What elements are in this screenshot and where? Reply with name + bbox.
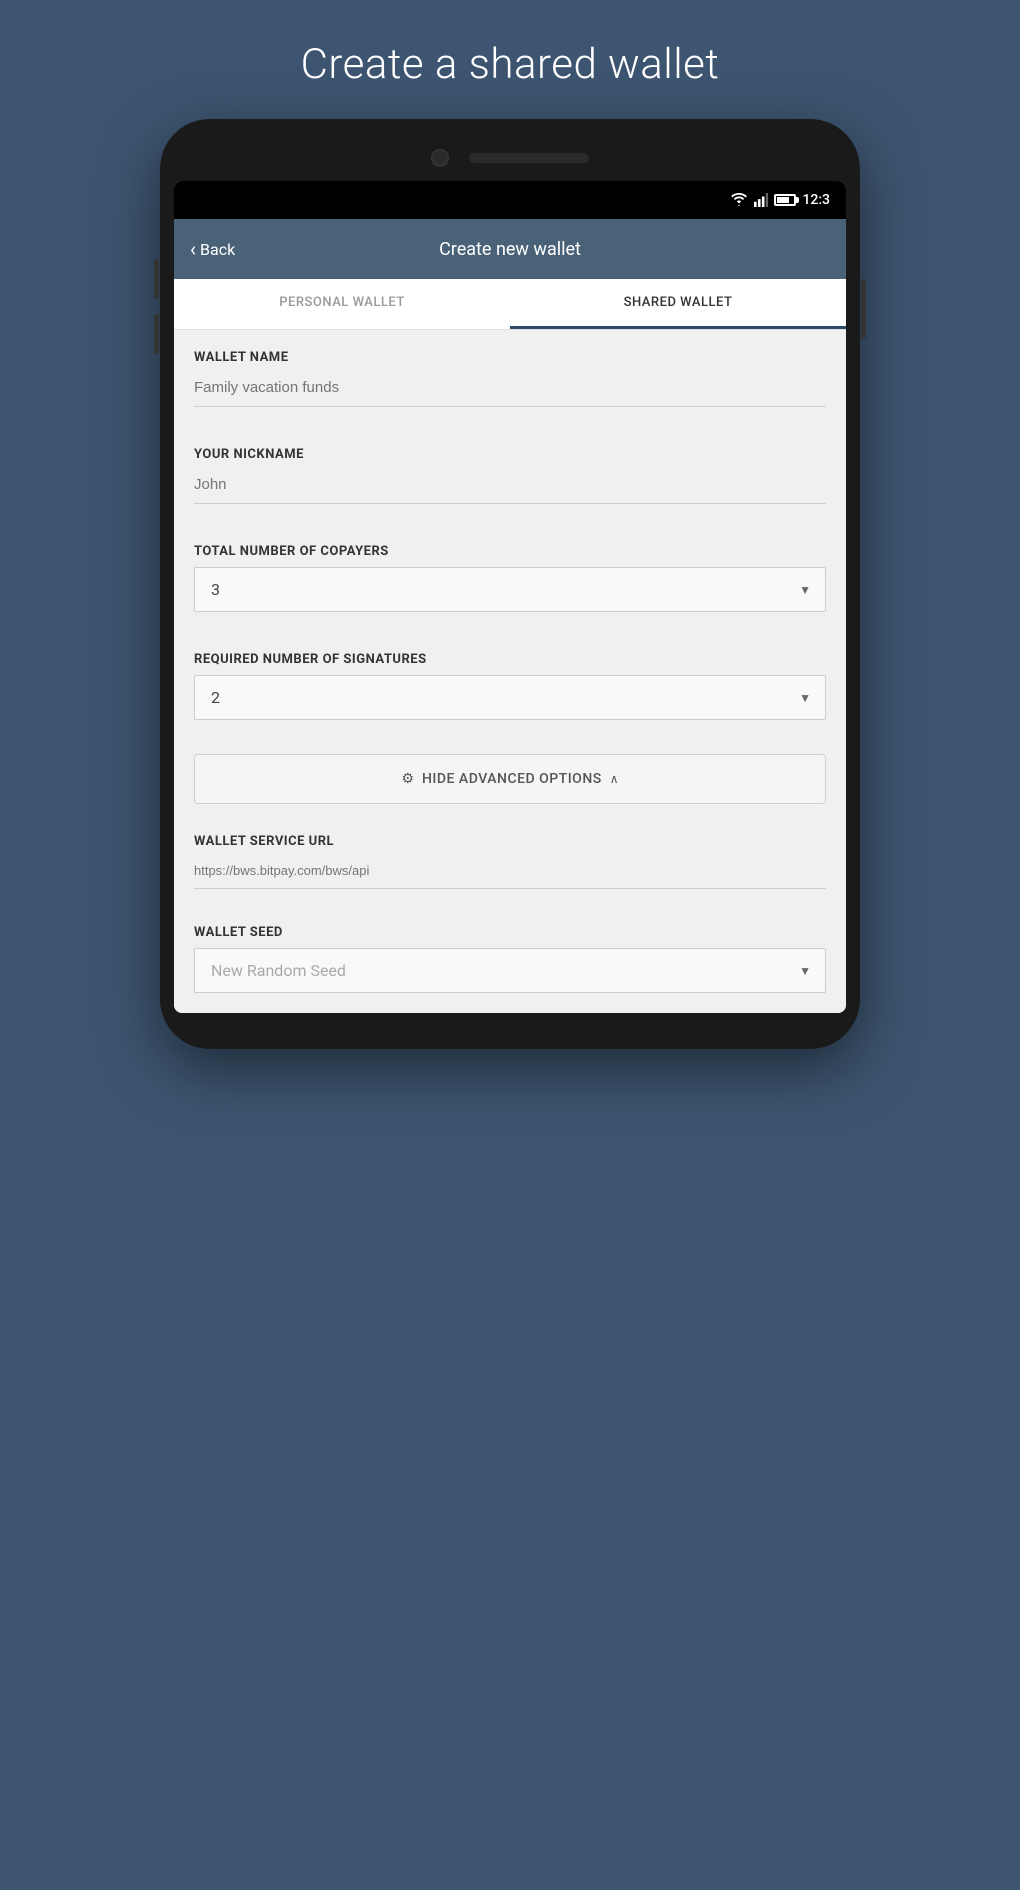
signatures-arrow-icon: ▼ <box>799 691 811 705</box>
tabs-bar: PERSONAL WALLET SHARED WALLET <box>174 279 846 330</box>
wallet-name-input[interactable] <box>194 373 826 407</box>
page-title: Create a shared wallet <box>301 0 720 119</box>
divider-1 <box>174 417 846 427</box>
form-content: WALLET NAME YOUR NICKNAME TOTAL NUMBER O… <box>174 330 846 1013</box>
signatures-section: REQUIRED NUMBER OF SIGNATURES 2 ▼ <box>174 632 846 730</box>
camera <box>431 149 449 167</box>
battery-icon <box>774 194 796 206</box>
header-title: Create new wallet <box>439 239 581 260</box>
wallet-name-section: WALLET NAME <box>174 330 846 417</box>
divider-4 <box>174 730 846 740</box>
copayers-section: TOTAL NUMBER OF COPAYERS 3 ▼ <box>174 524 846 622</box>
divider-2 <box>174 514 846 524</box>
advanced-options-label: HIDE ADVANCED OPTIONS <box>422 771 602 787</box>
status-time: 12:3 <box>802 192 830 208</box>
wallet-service-url-label: WALLET SERVICE URL <box>194 834 826 849</box>
wifi-icon <box>730 193 748 207</box>
volume-down-button <box>154 314 159 354</box>
status-bar: 12:3 <box>174 181 846 219</box>
back-button[interactable]: ‹ Back <box>190 237 235 261</box>
back-chevron-icon: ‹ <box>190 237 196 261</box>
wallet-seed-arrow-icon: ▼ <box>799 964 811 978</box>
copayers-dropdown[interactable]: 3 ▼ <box>194 567 826 612</box>
speaker <box>469 153 589 163</box>
signal-icon <box>754 193 768 207</box>
app-header: ‹ Back Create new wallet <box>174 219 846 279</box>
wallet-seed-label: WALLET SEED <box>194 925 826 940</box>
signatures-label: REQUIRED NUMBER OF SIGNATURES <box>194 652 826 667</box>
phone-shell: 12:3 ‹ Back Create new wallet PERSONAL W… <box>160 119 860 1049</box>
back-label: Back <box>200 240 235 259</box>
volume-up-button <box>154 259 159 299</box>
signatures-dropdown[interactable]: 2 ▼ <box>194 675 826 720</box>
phone-bottom-bar <box>174 1013 846 1029</box>
wallet-service-url-input[interactable] <box>194 857 826 889</box>
signatures-value: 2 <box>211 688 220 707</box>
wallet-seed-value: New Random Seed <box>211 961 346 980</box>
wallet-service-url-section: WALLET SERVICE URL <box>174 818 846 899</box>
caret-up-icon: ∧ <box>610 772 619 786</box>
status-icons: 12:3 <box>730 192 830 208</box>
divider-3 <box>174 622 846 632</box>
phone-screen: 12:3 ‹ Back Create new wallet PERSONAL W… <box>174 181 846 1013</box>
wallet-seed-dropdown[interactable]: New Random Seed ▼ <box>194 948 826 993</box>
copayers-label: TOTAL NUMBER OF COPAYERS <box>194 544 826 559</box>
tab-shared-wallet[interactable]: SHARED WALLET <box>510 279 846 329</box>
tab-personal-wallet[interactable]: PERSONAL WALLET <box>174 279 510 329</box>
phone-top-bar <box>174 139 846 181</box>
copayers-value: 3 <box>211 580 220 599</box>
nickname-input[interactable] <box>194 470 826 504</box>
gear-icon: ⚙ <box>401 771 414 787</box>
power-button <box>861 279 866 339</box>
divider-5 <box>174 899 846 909</box>
advanced-options-button[interactable]: ⚙ HIDE ADVANCED OPTIONS ∧ <box>194 754 826 804</box>
wallet-name-label: WALLET NAME <box>194 350 826 365</box>
wallet-seed-section: WALLET SEED New Random Seed ▼ <box>174 909 846 1013</box>
nickname-section: YOUR NICKNAME <box>174 427 846 514</box>
nickname-label: YOUR NICKNAME <box>194 447 826 462</box>
copayers-arrow-icon: ▼ <box>799 583 811 597</box>
